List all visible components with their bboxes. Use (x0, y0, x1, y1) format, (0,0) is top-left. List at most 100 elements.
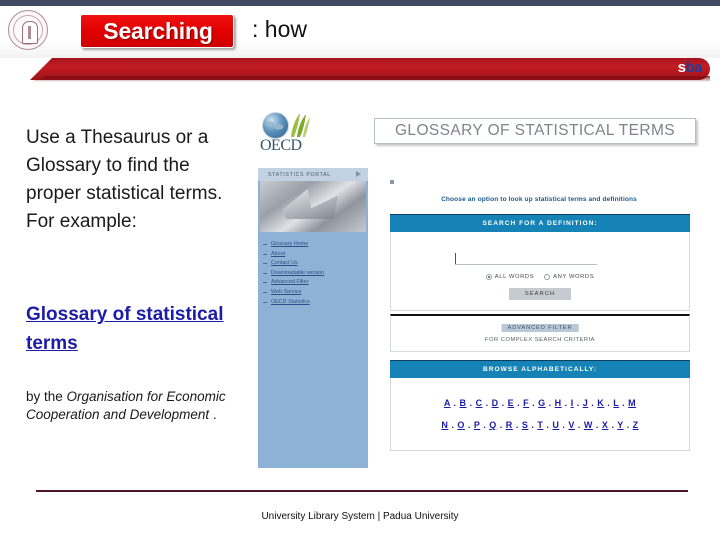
radio-any-words[interactable]: ANY WORDS (544, 274, 594, 280)
browse-panel-header: BROWSE ALPHABETICALLY: (390, 360, 690, 378)
sidebar-item-label: About (271, 250, 286, 257)
header-red-band (0, 56, 720, 86)
radio-all-words[interactable]: ALL WORDS (485, 274, 535, 280)
glossary-link[interactable]: Glossary of statistical terms (26, 300, 242, 358)
sidebar-item-glossary-home[interactable]: Glossary Home (262, 240, 366, 250)
sidebar-item-label: Downloadable version (271, 269, 325, 276)
oecd-wordmark: OECD (260, 137, 302, 154)
alphabet-separator: . (528, 420, 538, 430)
search-button-label: SEARCH (524, 291, 556, 297)
site-sidebar: STATISTICS PORTAL Glossary Home About Co… (258, 168, 368, 468)
alphabet-separator: . (480, 420, 490, 430)
alphabet-separator: . (512, 420, 522, 430)
glossary-page-title: GLOSSARY OF STATISTICAL TERMS (374, 118, 696, 144)
alphabet-separator: . (592, 420, 602, 430)
sba-logo: sba (678, 59, 703, 76)
oecd-logo: OECD (260, 112, 316, 156)
alphabet-link-m[interactable]: M (628, 398, 636, 408)
browse-alphabetically-panel: BROWSE ALPHABETICALLY: A . B . C . D . E… (390, 360, 690, 451)
glossary-page-title-text: GLOSSARY OF STATISTICAL TERMS (394, 122, 676, 139)
alphabet-separator: . (619, 398, 629, 408)
alphabet-link-a[interactable]: A (444, 398, 451, 408)
alphabet-separator: . (545, 398, 555, 408)
page-title-suffix: : how (252, 16, 307, 42)
radio-any-words-label: ANY WORDS (553, 274, 595, 280)
alphabet-link-q[interactable]: Q (489, 420, 497, 430)
oecd-leaves-icon (291, 113, 310, 137)
sidebar-item-label: OECD Statistics (271, 298, 310, 305)
alphabet-separator: . (574, 420, 584, 430)
title-chip: Searching (80, 14, 234, 48)
search-definition-panel: SEARCH FOR A DEFINITION: ALL WORDS ANY W… (390, 214, 690, 311)
search-panel-header: SEARCH FOR A DEFINITION: (390, 214, 690, 232)
bullet-dash-icon (263, 272, 267, 274)
advanced-filter-subtitle: FOR COMPLEX SEARCH CRITERIA (484, 337, 596, 343)
alphabet-link-r[interactable]: R (506, 420, 513, 430)
credit-prefix: by the (26, 389, 67, 404)
seal-crest (22, 21, 38, 44)
body-paragraph: Use a Thesaurus or a Glossary to find th… (26, 127, 223, 232)
bullet-dash-icon (263, 244, 267, 245)
text-caret (455, 253, 456, 264)
sidebar-link-list: Glossary Home About Contact Us Downloada… (262, 240, 366, 307)
sba-logo-a: a (694, 59, 702, 76)
alphabet-link-c[interactable]: C (476, 398, 483, 408)
sidebar-item-web-service[interactable]: Web Service (262, 288, 366, 298)
alphabet-link-g[interactable]: G (538, 398, 546, 408)
alphabet-separator: . (464, 420, 474, 430)
radio-dot-selected-icon (485, 274, 492, 280)
sidebar-item-label: Web Service (271, 288, 302, 295)
sidebar-item-about[interactable]: About (262, 250, 366, 260)
alphabet-separator: . (573, 398, 583, 408)
sidebar-item-label: Advanced Filter (271, 279, 309, 286)
footer-text: University Library System | Padua Univer… (261, 511, 459, 522)
alphabet-link-o[interactable]: O (457, 420, 465, 430)
browse-panel-heading: BROWSE ALPHABETICALLY: (482, 366, 598, 373)
alphabet-link-w[interactable]: W (584, 420, 593, 430)
credit-suffix: . (209, 407, 217, 422)
alphabet-separator: . (608, 420, 618, 430)
alphabet-separator: . (514, 398, 524, 408)
university-seal-icon (8, 10, 48, 50)
paper-boat-image (282, 189, 338, 219)
embedded-screenshot: OECD GLOSSARY OF STATISTICAL TERMS STATI… (256, 110, 702, 470)
sidebar-item-oecd-statistics[interactable]: OECD Statistics (262, 298, 366, 308)
search-panel-body: ALL WORDS ANY WORDS SEARCH (390, 232, 690, 311)
slide-canvas: Searching : how sba Use a Thesaurus or a… (0, 0, 720, 540)
title-chip-label: Searching (103, 17, 213, 44)
sidebar-item-advanced-filter[interactable]: Advanced Filter (262, 278, 366, 288)
advanced-filter-panel: ADVANCED FILTER FOR COMPLEX SEARCH CRITE… (390, 314, 690, 352)
search-input[interactable] (455, 253, 597, 265)
bullet-dash-icon (263, 253, 267, 255)
bullet-dash-icon (263, 291, 267, 293)
credit-line: by the Organisation for Economic Coopera… (26, 388, 232, 424)
match-mode-radio-group: ALL WORDS ANY WORDS (391, 274, 689, 280)
portal-photo (260, 181, 366, 232)
statistics-portal-bar[interactable]: STATISTICS PORTAL (258, 168, 368, 181)
alphabet-separator: . (543, 420, 553, 430)
alphabet-separator: . (561, 398, 571, 408)
alphabet-separator: . (466, 398, 476, 408)
radio-dot-icon (544, 274, 551, 280)
sidebar-item-contact-us[interactable]: Contact Us (262, 259, 366, 269)
alphabet-separator: . (588, 398, 598, 408)
alphabet-separator: . (482, 398, 492, 408)
alphabet-link-b[interactable]: B (460, 398, 467, 408)
search-button[interactable]: SEARCH (509, 288, 571, 300)
alphabet-separator: . (623, 420, 633, 430)
bullet-dash-icon (263, 282, 267, 284)
sidebar-item-downloadable-version[interactable]: Downloadable version (262, 269, 366, 279)
alphabet-link-h[interactable]: H (555, 398, 562, 408)
radio-all-words-label: ALL WORDS (494, 274, 535, 280)
alphabet-link-d[interactable]: D (492, 398, 499, 408)
sidebar-item-label: Glossary Home (271, 241, 309, 247)
alphabet-separator: . (498, 398, 508, 408)
sba-logo-b: b (685, 59, 695, 76)
advanced-filter-button[interactable]: ADVANCED FILTER (501, 324, 579, 332)
alphabet-row-one: A . B . C . D . E . F . G . H . I . J . … (391, 398, 689, 408)
alphabet-separator: . (450, 398, 460, 408)
alphabet-link-z[interactable]: Z (633, 420, 639, 430)
alphabet-separator: . (496, 420, 506, 430)
alphabet-separator: . (529, 398, 539, 408)
browse-panel-body: A . B . C . D . E . F . G . H . I . J . … (390, 378, 690, 451)
